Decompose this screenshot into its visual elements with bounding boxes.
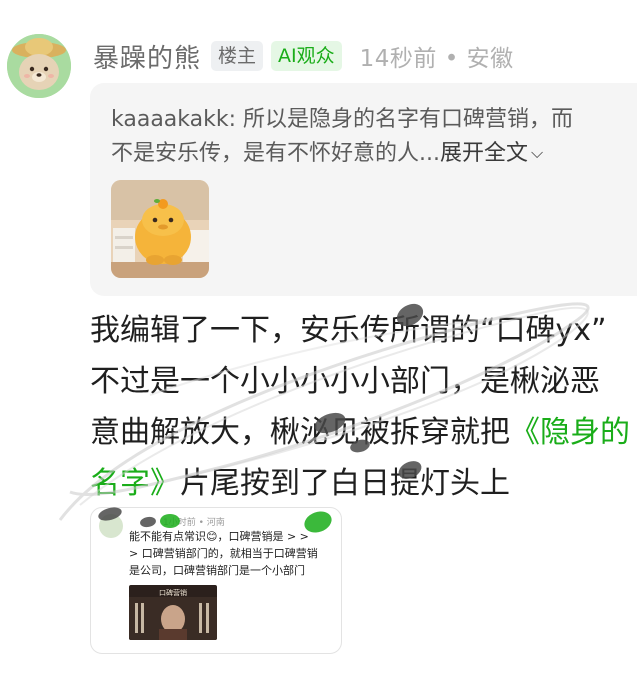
body-line: 我编辑了一下，安乐传所谓的“口碑yx” (90, 313, 607, 348)
comment-body: 我编辑了一下，安乐传所谓的“口碑yx” 不过是一个小小小小小部门，是楸泌恶 意曲… (90, 305, 637, 509)
comment-view: 暴躁的熊 楼主 AI观众 14秒前 • 安徽 kaaaakakk: 所以是隐身的… (0, 0, 637, 675)
screenshot-text-line: 能不能有点常识😊，口碑营销是 > > (129, 530, 309, 543)
screenshot-meta: 1小时前 • 河南 (163, 518, 225, 528)
body-line-text: 片尾按到了白日提灯头上 (180, 466, 510, 501)
bear-avatar-icon (7, 34, 71, 98)
quoted-comment[interactable]: kaaaakakk: 所以是隐身的名字有口碑营销，而 不是安乐传，是有不怀好意的… (90, 83, 637, 296)
quote-line-text: 不是安乐传，是有不怀好意的人... (111, 141, 440, 166)
topic-link[interactable]: 名字》 (90, 466, 180, 501)
expand-full-text-button[interactable]: 展开全文 ⌵ (440, 141, 543, 166)
body-line: 不过是一个小小小小小部门，是楸泌恶 (90, 364, 600, 399)
quoted-image[interactable] (111, 180, 209, 278)
screenshot-photo-title: 口碑营销 (159, 589, 187, 597)
screenshot-avatar (99, 514, 123, 538)
comment-header: 暴躁的熊 楼主 AI观众 14秒前 • 安徽 (93, 36, 514, 76)
attached-screenshot[interactable]: 1小时前 • 河南 能不能有点常识😊，口碑营销是 > > > 口碑营销部门的，就… (90, 507, 342, 654)
screenshot-text-line: > 口碑营销部门的，就相当于口碑营销 (129, 547, 318, 560)
screenshot-text-line: 是公司，口碑营销部门是一个小部门 (129, 564, 305, 577)
body-line-text: 意曲解放大，楸泌见被拆穿就把 (90, 415, 510, 450)
expand-label: 展开全文 (439, 141, 528, 166)
body-line: 名字》片尾按到了白日提灯头上 (90, 458, 637, 509)
next-line-cutoff: 我我我我我我我我我我 (90, 666, 530, 675)
chevron-down-icon: ⌵ (531, 143, 544, 162)
comment-meta: 14秒前 • 安徽 (359, 46, 514, 72)
op-badge: 楼主 (211, 41, 264, 71)
quoted-comment-text: kaaaakakk: 所以是隐身的名字有口碑营销，而 不是安乐传，是有不怀好意的… (111, 103, 637, 170)
topic-link[interactable]: 《隐身的 (510, 415, 630, 450)
screenshot-photo: 口碑营销 (129, 585, 217, 640)
plush-toy-image (111, 180, 209, 278)
author-name[interactable]: 暴躁的熊 (93, 38, 201, 75)
quote-line: 不是安乐传，是有不怀好意的人...展开全文 ⌵ (111, 136, 637, 170)
avatar[interactable] (7, 34, 71, 98)
body-line: 意曲解放大，楸泌见被拆穿就把《隐身的 (90, 407, 637, 458)
quote-line: kaaaakakk: 所以是隐身的名字有口碑营销，而 (111, 107, 574, 132)
ai-viewer-badge: AI观众 (271, 41, 342, 71)
